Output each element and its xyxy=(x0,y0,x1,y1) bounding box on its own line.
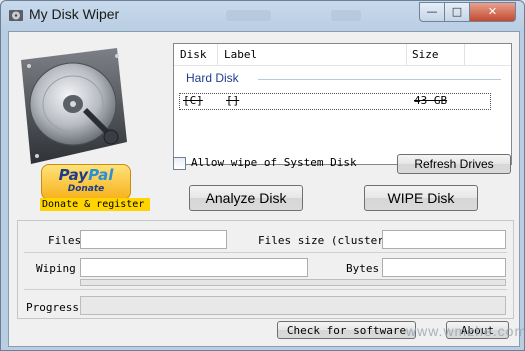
files-field xyxy=(80,230,227,249)
watermark: www.wmzhe.com xyxy=(406,323,525,339)
stats-panel: Files Files size (cluster, Wiping Bytes … xyxy=(17,220,514,319)
files-label: Files xyxy=(48,234,82,247)
paypal-donate-button[interactable]: PayPal Donate xyxy=(41,164,131,200)
refresh-drives-button[interactable]: Refresh Drives xyxy=(397,154,511,174)
overall-progress-bar xyxy=(80,296,506,315)
files-size-label: Files size (cluster, xyxy=(258,234,391,247)
disk-list-header: Disk Label Size xyxy=(174,44,511,66)
analyze-disk-button[interactable]: Analyze Disk xyxy=(189,185,303,211)
files-size-field xyxy=(382,230,506,249)
paypal-logo-part2: Pal xyxy=(88,166,114,184)
bytes-field xyxy=(382,258,506,277)
disk-row[interactable]: [C] [] 43 GB xyxy=(179,93,491,110)
blurred-area xyxy=(331,10,361,21)
column-separator xyxy=(217,44,218,65)
donate-register-link[interactable]: Donate & register xyxy=(40,198,150,211)
paypal-logo-part1: Pay xyxy=(58,166,89,184)
blurred-area xyxy=(226,10,271,21)
column-label[interactable]: Label xyxy=(224,48,257,61)
disk-cell: [C] xyxy=(183,94,203,107)
paypal-donate-text: Donate xyxy=(67,184,105,194)
disk-app-icon xyxy=(9,10,23,21)
label-cell: [] xyxy=(226,94,240,107)
allow-system-wipe-checkbox[interactable] xyxy=(173,157,186,170)
close-button[interactable]: ✕ xyxy=(469,2,516,22)
wipe-disk-button[interactable]: WIPE Disk xyxy=(364,185,478,211)
hard-disk-image xyxy=(21,48,127,164)
check-for-software-button[interactable]: Check for software xyxy=(277,321,416,339)
minimize-button[interactable]: — xyxy=(419,2,445,22)
allow-system-wipe-label[interactable]: Allow wipe of System Disk xyxy=(191,156,357,169)
group-divider xyxy=(258,79,501,80)
wiping-label: Wiping xyxy=(36,262,76,275)
progress-label: Progress xyxy=(26,301,79,314)
title-bar[interactable]: My Disk Wiper — □ ✕ xyxy=(1,1,524,30)
divider xyxy=(24,289,507,290)
main-panel: PayPal Donate Donate & register Disk Lab… xyxy=(8,31,520,347)
column-disk[interactable]: Disk xyxy=(180,48,207,61)
wipe-progress-bar xyxy=(80,279,506,286)
window-title: My Disk Wiper xyxy=(29,6,120,22)
bytes-label: Bytes xyxy=(346,262,380,275)
divider xyxy=(24,252,507,253)
column-separator xyxy=(464,44,465,65)
column-size[interactable]: Size xyxy=(412,48,439,61)
group-hard-disk: Hard Disk xyxy=(186,71,239,85)
column-separator xyxy=(406,44,407,65)
maximize-button[interactable]: □ xyxy=(444,2,470,22)
wiping-field xyxy=(80,258,308,277)
size-cell: 43 GB xyxy=(414,94,448,107)
app-window: My Disk Wiper — □ ✕ PayPal Donate Donate… xyxy=(0,0,525,351)
disk-list[interactable]: Disk Label Size Hard Disk [C] [] 43 GB xyxy=(173,43,512,165)
